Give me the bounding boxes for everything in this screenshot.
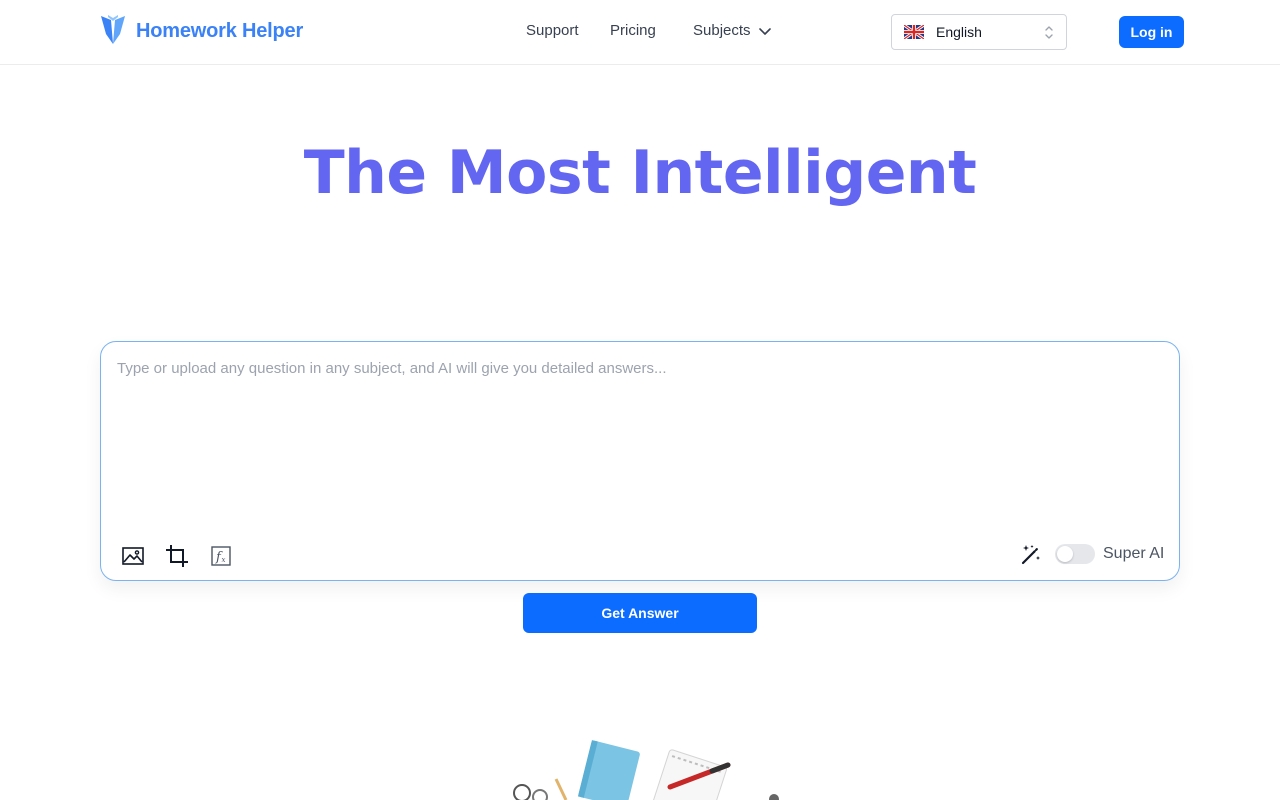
magic-wand-icon[interactable] (1019, 543, 1043, 567)
svg-text:x: x (222, 556, 226, 564)
select-arrows-icon (1045, 26, 1053, 39)
question-box: f x Super AI (100, 341, 1180, 581)
nav-subjects-label: Subjects (693, 22, 751, 39)
formula-icon[interactable]: f x (209, 544, 233, 568)
uk-flag-icon (904, 25, 924, 39)
study-supplies-illustration (500, 735, 790, 800)
language-label: English (936, 24, 982, 40)
site-header: Homework Helper Support Pricing Subjects… (0, 0, 1280, 65)
super-ai-label: Super AI (1103, 545, 1165, 562)
question-input[interactable] (117, 360, 1157, 520)
crop-icon[interactable] (165, 544, 189, 568)
chevron-down-icon (758, 27, 771, 35)
main-nav: Support Pricing Subjects (0, 22, 1280, 44)
hero-title: The Most Intelligent (303, 138, 977, 208)
toggle-knob (1057, 546, 1073, 562)
super-ai-toggle[interactable] (1055, 544, 1095, 564)
nav-pricing-link[interactable]: Pricing (610, 22, 656, 39)
login-button[interactable]: Log in (1119, 16, 1184, 48)
get-answer-button[interactable]: Get Answer (523, 593, 757, 633)
image-upload-icon[interactable] (121, 544, 145, 568)
nav-support-link[interactable]: Support (526, 22, 579, 39)
language-select[interactable]: English (891, 14, 1067, 50)
nav-subjects-dropdown[interactable]: Subjects (693, 22, 771, 39)
